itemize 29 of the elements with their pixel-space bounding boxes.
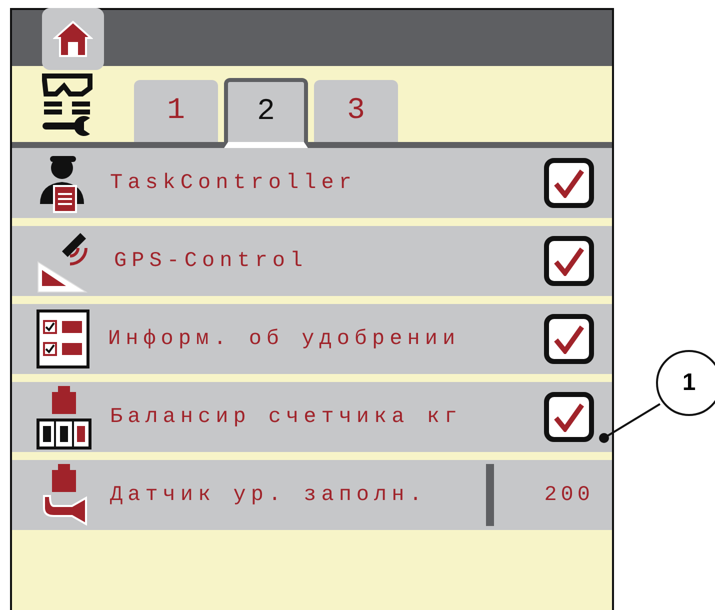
- settings-row[interactable]: TaskController: [12, 148, 612, 218]
- value-text: 200: [543, 484, 594, 506]
- callout-number: 1: [656, 350, 715, 416]
- checkmark-icon: [553, 246, 585, 276]
- settings-row[interactable]: Информ. об удобрении: [12, 304, 612, 374]
- settings-row[interactable]: Датчик ур. заполн. 200: [12, 460, 612, 530]
- checkmark-icon: [553, 402, 585, 432]
- checkmark-icon: [553, 168, 585, 198]
- home-icon: [53, 20, 93, 58]
- settings-row[interactable]: Балансир счетчика кг: [12, 382, 612, 452]
- tab[interactable]: 3: [314, 80, 398, 142]
- settings-row[interactable]: GPS-Control: [12, 226, 612, 296]
- row-label: Балансир счетчика кг: [110, 406, 464, 428]
- row-label: Датчик ур. заполн.: [110, 484, 428, 506]
- settings-wrench-icon: [42, 72, 94, 138]
- row-label: Информ. об удобрении: [108, 328, 462, 350]
- row-label: TaskController: [110, 172, 358, 194]
- tab[interactable]: 1: [134, 80, 218, 142]
- weight-counter-icon: [36, 384, 92, 450]
- checkbox[interactable]: [544, 314, 594, 364]
- checklist-icon: [36, 309, 90, 369]
- tab[interactable]: 2: [224, 78, 308, 148]
- home-button[interactable]: [42, 8, 104, 70]
- checkbox[interactable]: [544, 236, 594, 286]
- value-separator: [486, 464, 494, 526]
- checkbox[interactable]: [544, 158, 594, 208]
- checkmark-icon: [553, 324, 585, 354]
- checkbox[interactable]: [544, 392, 594, 442]
- row-label: GPS-Control: [114, 250, 309, 272]
